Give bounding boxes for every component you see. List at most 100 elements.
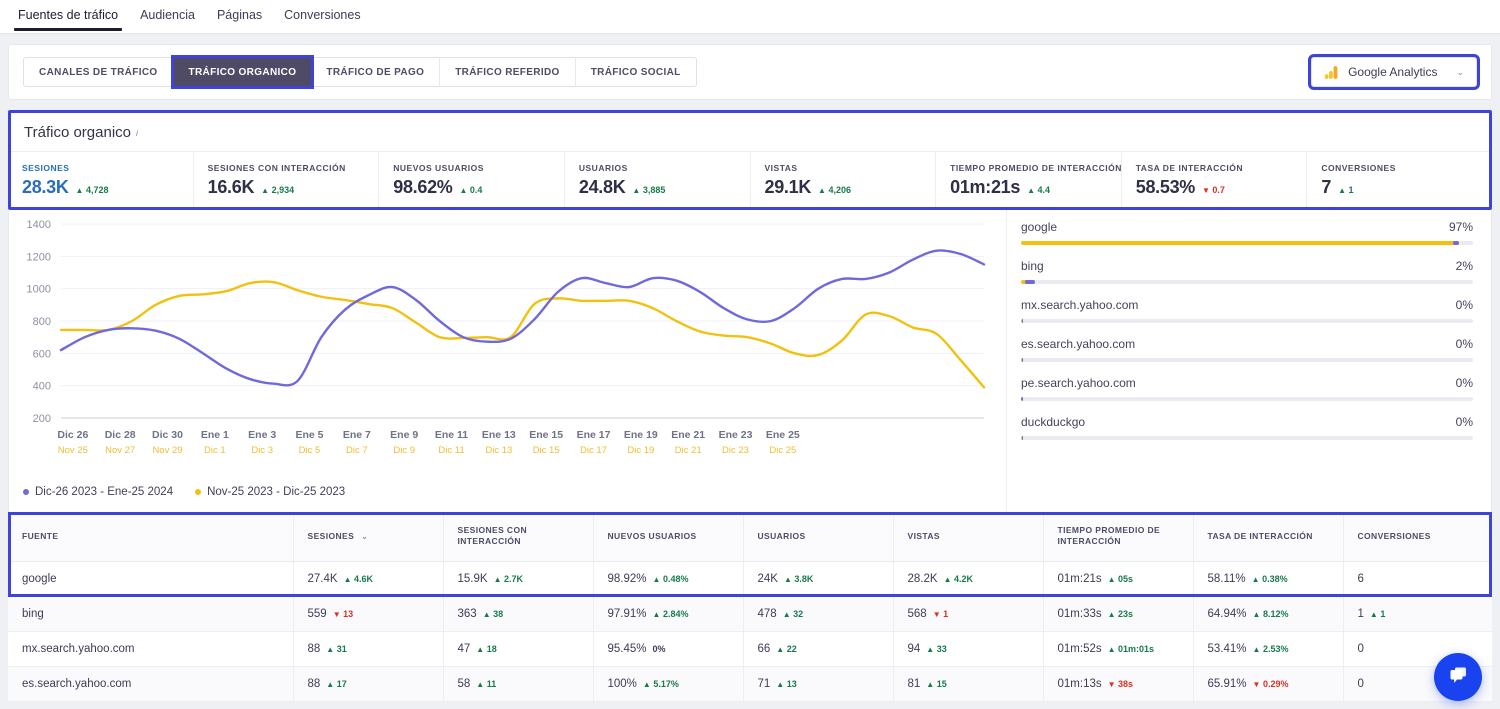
kpi-card[interactable]: USUARIOS 24.8K ▲ 3,885 <box>565 152 751 210</box>
topnav-item-0[interactable]: Fuentes de tráfico <box>13 8 123 31</box>
legend-item[interactable]: Dic-26 2023 - Ene-25 2024 <box>23 486 173 498</box>
topnav-item-3[interactable]: Conversiones <box>284 8 360 31</box>
kpi-value: 7 <box>1321 177 1332 197</box>
cell-content: 01m:13s ▼ 38s <box>1058 678 1134 690</box>
source-progress-tip <box>1022 358 1024 362</box>
kpi-card[interactable]: SESIONES 28.3K ▲ 4,728 <box>8 152 194 210</box>
table-column-header[interactable]: USUARIOS <box>743 512 894 562</box>
table-column-header[interactable]: VISTAS <box>893 512 1044 562</box>
table-column-header[interactable]: SESIONES CON INTERACCIÓN <box>443 512 594 562</box>
source-bar-item[interactable]: duckduckgo 0% <box>1021 415 1473 440</box>
cell-value: 01m:33s <box>1057 607 1102 620</box>
cell-content: 6 <box>1358 573 1364 585</box>
source-progress-track <box>1021 358 1473 362</box>
kpi-card[interactable]: SESIONES CON INTERACCIÓN 16.6K ▲ 2,934 <box>194 152 380 210</box>
table-cell: 100% ▲ 5.17% <box>593 666 744 702</box>
cell-delta: ▲ 2.7K <box>493 573 523 584</box>
kpi-panel: Tráfico organico i SESIONES 28.3K ▲ 4,728 S… <box>8 110 1492 210</box>
table-row[interactable]: google 27.4K ▲ 4.6K 15.9K ▲ 2.7K 98.92% ▲ 0.48… <box>8 561 1492 597</box>
y-axis-tick-label: 1400 <box>27 219 51 231</box>
table-cell: 53.41% ▲ 2.53% <box>1193 631 1344 667</box>
arrow-up-icon: ▲ <box>326 679 335 689</box>
arrow-up-icon: ▲ <box>926 679 935 689</box>
info-icon[interactable]: i <box>136 128 138 138</box>
kpi-value-row: 24.8K ▲ 3,885 <box>579 177 750 198</box>
source-name: duckduckgo <box>1021 415 1086 429</box>
chat-widget-button[interactable] <box>1434 653 1482 701</box>
kpi-delta: ▲ 4,728 <box>75 185 109 195</box>
source-progress-track <box>1021 241 1473 245</box>
x-axis-tick-label-secondary: Dic 15 <box>533 445 560 456</box>
cell-content: 28.2K ▲ 4.2K <box>908 573 974 585</box>
kpi-card[interactable]: TIEMPO PROMEDIO DE INTERACCIÓN 01m:21s ▲ 4… <box>936 152 1122 210</box>
table-cell: 01m:21s ▲ 05s <box>1043 561 1194 597</box>
table-column-header[interactable]: TASA DE INTERACCIÓN <box>1193 512 1344 562</box>
cell-content: es.search.yahoo.com <box>22 678 131 690</box>
data-source-selector[interactable]: Google Analytics ⌄ <box>1308 54 1480 90</box>
source-name: mx.search.yahoo.com <box>1021 298 1139 312</box>
kpi-value-row: 01m:21s ▲ 4.4 <box>950 177 1121 198</box>
table-cell-source: google <box>8 561 294 597</box>
table-column-header[interactable]: FUENTE <box>8 512 294 562</box>
table-cell: 01m:52s ▲ 01m:01s <box>1043 631 1194 667</box>
arrow-up-icon: ▲ <box>476 679 485 689</box>
topnav-item-1[interactable]: Audiencia <box>140 8 195 31</box>
cell-content: 53.41% ▲ 2.53% <box>1208 643 1289 655</box>
arrow-up-icon: ▲ <box>459 186 468 195</box>
legend-color-dot <box>23 489 29 495</box>
kpi-value: 24.8K <box>578 177 626 197</box>
arrow-up-icon: ▲ <box>261 186 270 195</box>
tab-0[interactable]: CANALES DE TRÁFICO <box>24 58 174 86</box>
source-bar-header: pe.search.yahoo.com 0% <box>1021 376 1473 390</box>
arrow-up-icon: ▲ <box>476 644 485 654</box>
table-cell: 71 ▲ 13 <box>743 666 894 702</box>
cell-content: 47 ▲ 18 <box>458 643 497 655</box>
source-bar-item[interactable]: google 97% <box>1021 220 1473 245</box>
table-column-header[interactable]: TIEMPO PROMEDIO DE INTERACCIÓN <box>1043 512 1194 562</box>
x-axis-tick-label-primary: Dic 26 <box>57 429 88 441</box>
table-column-header[interactable]: CONVERSIONES <box>1343 512 1492 562</box>
sort-chevron-icon[interactable]: ⌄ <box>361 532 368 541</box>
table-cell: 58.11% ▲ 0.38% <box>1193 561 1344 597</box>
tab-1[interactable]: TRÁFICO ORGANICO <box>170 55 315 89</box>
table-row[interactable]: es.search.yahoo.com 88 ▲ 17 58 ▲ 11 100% ▲ 5.1… <box>8 666 1492 702</box>
cell-content: 24K ▲ 3.8K <box>758 573 814 585</box>
cell-content: 15.9K ▲ 2.7K <box>458 573 524 585</box>
source-bar-item[interactable]: bing 2% <box>1021 259 1473 284</box>
kpi-card[interactable]: VISTAS 29.1K ▲ 4,206 <box>751 152 937 210</box>
table-column-header[interactable]: NUEVOS USUARIOS <box>593 512 744 562</box>
tab-3[interactable]: TRÁFICO REFERIDO <box>440 58 576 86</box>
x-axis-tick-label-secondary: Dic 11 <box>438 445 464 456</box>
kpi-card[interactable]: TASA DE INTERACCIÓN 58.53% ▼ 0.7 <box>1122 152 1308 210</box>
x-axis-tick-label-primary: Ene 13 <box>482 429 516 441</box>
legend-item[interactable]: Nov-25 2023 - Dic-25 2023 <box>195 486 345 498</box>
topnav-item-2[interactable]: Páginas <box>217 8 262 31</box>
source-bar-item[interactable]: pe.search.yahoo.com 0% <box>1021 376 1473 401</box>
cell-value: 28.2K <box>907 572 938 585</box>
tab-2[interactable]: TRÁFICO DE PAGO <box>311 58 441 86</box>
cell-content: 98.92% ▲ 0.48% <box>608 573 689 585</box>
table-row[interactable]: bing 559 ▼ 13 363 ▲ 38 97.91% ▲ 2.84% 478 ▲ 32 56… <box>8 596 1492 632</box>
chevron-down-icon[interactable]: ⌄ <box>1456 67 1464 78</box>
kpi-card[interactable]: CONVERSIONES 7 ▲ 1 <box>1307 152 1492 210</box>
table-column-header[interactable]: SESIONES ⌄ <box>293 512 444 562</box>
x-axis-tick-label-secondary: Dic 13 <box>485 445 512 456</box>
kpi-value: 58.53% <box>1135 177 1196 197</box>
table-cell: 97.91% ▲ 2.84% <box>593 596 744 632</box>
arrow-up-icon: ▲ <box>943 574 952 584</box>
arrow-down-icon: ▼ <box>932 609 941 619</box>
data-source-label: Google Analytics <box>1348 65 1438 79</box>
source-bar-item[interactable]: es.search.yahoo.com 0% <box>1021 337 1473 362</box>
kpi-card[interactable]: NUEVOS USUARIOS 98.62% ▲ 0.4 <box>379 152 565 210</box>
x-axis-tick-label-secondary: Dic 25 <box>769 445 796 456</box>
x-axis-tick-label-primary: Ene 15 <box>529 429 563 441</box>
table-cell: 01m:13s ▼ 38s <box>1043 666 1194 702</box>
table-cell: 559 ▼ 13 <box>293 596 444 632</box>
x-axis-tick-label-secondary: Dic 5 <box>299 445 321 456</box>
tab-4[interactable]: TRÁFICO SOCIAL <box>576 58 696 86</box>
cell-content: 363 ▲ 38 <box>458 608 504 620</box>
table-row[interactable]: mx.search.yahoo.com 88 ▲ 31 47 ▲ 18 95.45% 0% 6… <box>8 631 1492 667</box>
source-bar-item[interactable]: mx.search.yahoo.com 0% <box>1021 298 1473 323</box>
arrow-up-icon: ▲ <box>632 186 641 195</box>
cell-content: 58.11% ▲ 0.38% <box>1208 573 1288 585</box>
